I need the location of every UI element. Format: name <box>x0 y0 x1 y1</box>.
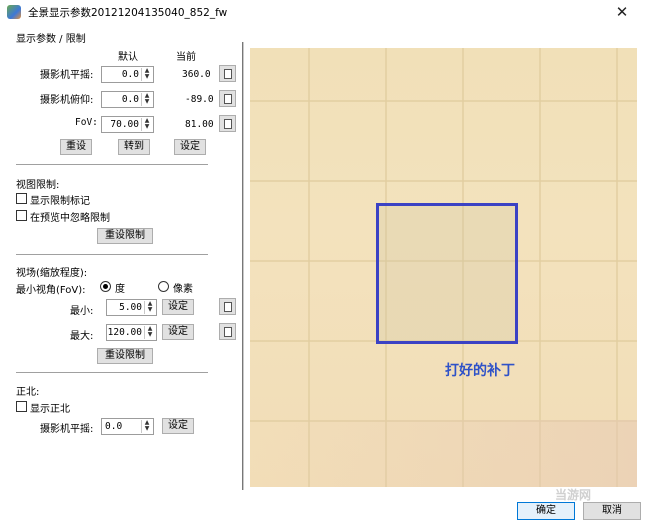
spin-arrows-icon[interactable]: ▲ ▼ <box>141 93 152 106</box>
tilt-default-value: 0.0 <box>121 94 139 105</box>
set-max-button[interactable]: 设定 <box>162 324 194 340</box>
divider <box>16 254 208 255</box>
title-bar: 全景显示参数20121204135040_852_fw ✕ <box>0 0 650 24</box>
max-label: 最大: <box>70 331 94 342</box>
spin-arrows-icon[interactable]: ▲ ▼ <box>144 326 155 339</box>
pan-default-value: 0.0 <box>121 69 139 80</box>
min-fov-value: 5.00 <box>119 302 142 313</box>
divider <box>16 372 208 373</box>
copy-icon <box>221 300 232 312</box>
panel-divider <box>242 42 244 490</box>
reset-fov-limit-button[interactable]: 重设限制 <box>97 348 153 364</box>
fov-default-value: 70.00 <box>110 119 139 130</box>
ignore-in-preview-checkbox[interactable] <box>16 210 27 221</box>
pixel-label: 像素 <box>173 284 193 295</box>
fov-default-stepper[interactable]: 70.00 ▲ ▼ <box>101 116 154 133</box>
patch-annotation: 打好的补丁 <box>445 363 515 379</box>
patch-highlight-box <box>376 203 518 344</box>
max-fov-stepper[interactable]: 120.00 ▲ ▼ <box>106 324 157 341</box>
pan-current-value: 360.0 <box>182 69 211 80</box>
show-limit-marks-label: 显示限制标记 <box>30 196 90 207</box>
window-title: 全景显示参数20121204135040_852_fw <box>28 7 228 19</box>
spin-arrows-icon[interactable]: ▲ ▼ <box>144 301 155 314</box>
copy-icon <box>221 67 232 79</box>
north-pan-stepper[interactable]: 0.0 ▲ ▼ <box>101 418 154 435</box>
fov-current-value: 81.00 <box>185 119 214 130</box>
min-label: 最小: <box>70 306 94 317</box>
header-current: 当前 <box>176 52 196 63</box>
show-north-checkbox[interactable] <box>16 401 27 412</box>
tilt-current-value: -89.0 <box>185 94 214 105</box>
tilt-label: 摄影机俯仰: <box>40 95 94 106</box>
app-icon <box>7 5 21 19</box>
fov-limit-title: 视场(缩放程度): <box>16 268 88 279</box>
show-limit-marks-checkbox[interactable] <box>16 193 27 204</box>
ok-button[interactable]: 确定 <box>517 502 575 520</box>
copy-min-button[interactable] <box>219 298 236 315</box>
north-pan-label: 摄影机平摇: <box>40 424 94 435</box>
show-north-label: 显示正北 <box>30 404 70 415</box>
copy-max-button[interactable] <box>219 323 236 340</box>
preview-shade <box>250 420 637 487</box>
tile-seam <box>250 100 637 102</box>
copy-icon <box>221 92 232 104</box>
min-fov-label: 最小视角(FoV): <box>16 285 86 296</box>
reset-button[interactable]: 重设 <box>60 139 92 155</box>
fov-label: FoV: <box>75 117 98 128</box>
goto-button[interactable]: 转到 <box>118 139 150 155</box>
close-button[interactable]: ✕ <box>612 2 632 22</box>
pixel-radio[interactable] <box>158 281 169 292</box>
set-north-button[interactable]: 设定 <box>162 418 194 434</box>
header-default: 默认 <box>118 52 138 63</box>
tilt-default-stepper[interactable]: 0.0 ▲ ▼ <box>101 91 154 108</box>
spin-arrows-icon[interactable]: ▲ ▼ <box>141 118 152 131</box>
view-limit-title: 视图限制: <box>16 180 60 191</box>
reset-view-limit-button[interactable]: 重设限制 <box>97 228 153 244</box>
north-pan-value: 0.0 <box>105 421 123 432</box>
copy-fov-button[interactable] <box>219 115 236 132</box>
ignore-in-preview-label: 在预览中忽略限制 <box>30 213 110 224</box>
copy-tilt-button[interactable] <box>219 90 236 107</box>
group-title-display-params: 显示参数 / 限制 <box>16 34 86 45</box>
set-min-button[interactable]: 设定 <box>162 299 194 315</box>
degree-radio[interactable] <box>100 281 111 292</box>
copy-icon <box>221 325 232 337</box>
tile-seam <box>250 180 637 182</box>
divider <box>16 164 208 165</box>
copy-pan-button[interactable] <box>219 65 236 82</box>
north-title: 正北: <box>16 387 40 398</box>
copy-icon <box>221 117 232 129</box>
pan-default-stepper[interactable]: 0.0 ▲ ▼ <box>101 66 154 83</box>
degree-label: 度 <box>115 284 125 295</box>
max-fov-value: 120.00 <box>107 327 142 338</box>
min-fov-stepper[interactable]: 5.00 ▲ ▼ <box>106 299 157 316</box>
pan-label: 摄影机平摇: <box>40 70 94 81</box>
spin-arrows-icon[interactable]: ▲ ▼ <box>141 68 152 81</box>
cancel-button[interactable]: 取消 <box>583 502 641 520</box>
spin-arrows-icon[interactable]: ▲ ▼ <box>141 420 152 433</box>
watermark-logo: 当游网 <box>555 488 592 502</box>
set-button[interactable]: 设定 <box>174 139 206 155</box>
